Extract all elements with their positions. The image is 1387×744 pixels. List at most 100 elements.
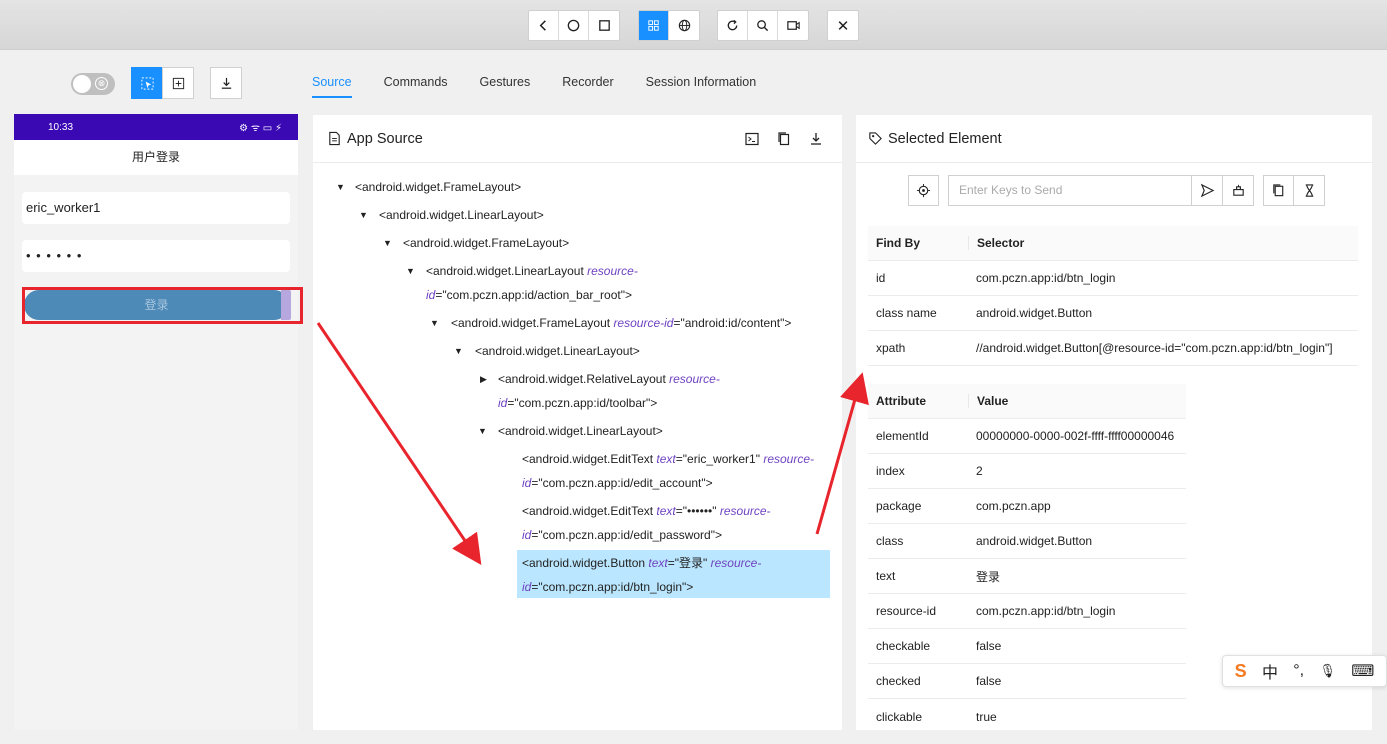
send-icon bbox=[1200, 183, 1214, 198]
find-by-key: class name bbox=[876, 306, 937, 320]
nav-button-group bbox=[528, 10, 620, 41]
attribute-header-row: Attribute Value bbox=[868, 384, 1186, 419]
tab-source[interactable]: Source bbox=[312, 70, 352, 98]
tree-node-tag: <android.widget.EditText bbox=[522, 452, 657, 466]
expand-caret-icon[interactable]: ▼ bbox=[454, 346, 463, 356]
timing-button[interactable] bbox=[1294, 175, 1325, 206]
device-screenshot[interactable]: 10:33 ⚙ ᯤ ▭ ⚡ 用户登录 eric_worker1 • • • • … bbox=[14, 114, 298, 730]
quit-session-button[interactable]: ✕ bbox=[828, 11, 858, 40]
attribute-value: 00000000-0000-002f-ffff-ffff00000046 bbox=[976, 429, 1175, 443]
microphone-icon[interactable]: 🎙 bbox=[1319, 663, 1336, 679]
clear-element-button[interactable] bbox=[1223, 175, 1254, 206]
tree-node[interactable]: <android.widget.LinearLayout> bbox=[475, 339, 640, 363]
tree-node[interactable]: <android.widget.FrameLayout> bbox=[355, 175, 521, 199]
table-row[interactable]: id com.pczn.app:id/btn_login bbox=[868, 261, 1358, 296]
expand-caret-icon[interactable]: ▼ bbox=[406, 266, 415, 276]
app-switch-button[interactable] bbox=[589, 11, 619, 40]
copy-icon[interactable] bbox=[776, 131, 792, 147]
tree-node-attr: text bbox=[656, 504, 676, 518]
table-row[interactable]: xpath //android.widget.Button[@resource-i… bbox=[868, 331, 1358, 366]
attributes-table: Attribute Value elementId 00000000-0000-0… bbox=[868, 384, 1186, 734]
search-icon bbox=[757, 20, 769, 32]
copy-attributes-button[interactable] bbox=[1263, 175, 1294, 206]
tree-node[interactable]: <android.widget.EditText text="••••••" r… bbox=[522, 499, 771, 547]
tree-node[interactable]: <android.widget.LinearLayout> bbox=[379, 203, 544, 227]
record-button[interactable] bbox=[778, 11, 808, 40]
eraser-icon bbox=[1232, 184, 1244, 196]
selector-value[interactable]: //android.widget.Button[@resource-id="co… bbox=[968, 341, 1333, 355]
selector-value[interactable]: com.pczn.app:id/btn_login bbox=[968, 271, 1115, 285]
expand-caret-icon[interactable]: ▼ bbox=[478, 426, 487, 436]
send-keys-button[interactable] bbox=[1192, 175, 1223, 206]
tab-recorder[interactable]: Recorder bbox=[562, 70, 613, 98]
home-icon bbox=[567, 19, 580, 32]
keyboard-icon[interactable]: ⌨ bbox=[1351, 661, 1374, 681]
tree-node[interactable]: <android.widget.EditText text="eric_work… bbox=[522, 447, 814, 495]
refresh-button[interactable] bbox=[718, 11, 748, 40]
download-icon bbox=[221, 77, 231, 89]
ime-toolbar: S 中 °, 🎙 ⌨ bbox=[1222, 655, 1387, 687]
expand-caret-icon[interactable]: ▼ bbox=[359, 210, 368, 220]
expand-caret-icon[interactable]: ▼ bbox=[336, 182, 345, 192]
selector-header: Selector bbox=[968, 236, 1024, 250]
tree-node[interactable]: <android.widget.LinearLayout> bbox=[498, 419, 663, 443]
table-row[interactable]: class name android.widget.Button bbox=[868, 296, 1358, 331]
send-keys-input[interactable]: Enter Keys to Send bbox=[948, 175, 1192, 206]
find-by-key: xpath bbox=[876, 341, 906, 355]
tree-node-value: ="com.pczn.app:id/btn_login"> bbox=[531, 580, 694, 594]
collapse-caret-icon[interactable]: ▶ bbox=[480, 374, 487, 385]
tree-node-value: ="com.pczn.app:id/edit_password"> bbox=[531, 528, 722, 542]
tap-element-button[interactable] bbox=[908, 175, 939, 206]
element-action-bar: Enter Keys to Send bbox=[908, 175, 1325, 206]
tab-commands[interactable]: Commands bbox=[384, 70, 448, 98]
download-icon[interactable] bbox=[808, 131, 824, 147]
expand-caret-icon[interactable]: ▼ bbox=[430, 318, 439, 328]
app-source-title: App Source bbox=[347, 130, 423, 147]
terminal-icon[interactable] bbox=[744, 131, 760, 147]
ime-language-toggle[interactable]: 中 bbox=[1262, 659, 1278, 683]
tree-node[interactable]: <android.widget.RelativeLayout resource-… bbox=[498, 367, 720, 415]
tree-node-tag: <android.widget.FrameLayout bbox=[451, 316, 614, 330]
pointer-select-icon bbox=[140, 76, 154, 90]
tree-node-tag: <android.widget.LinearLayout bbox=[426, 264, 588, 278]
ime-logo-icon[interactable]: S bbox=[1235, 661, 1247, 682]
ime-punctuation-toggle[interactable]: °, bbox=[1293, 662, 1304, 680]
attribute-key: text bbox=[876, 569, 896, 583]
tree-node-selected[interactable]: <android.widget.Button text="登录" resourc… bbox=[522, 551, 761, 599]
selector-value[interactable]: android.widget.Button bbox=[968, 306, 1092, 320]
quit-button-group: ✕ bbox=[827, 10, 859, 41]
search-button[interactable] bbox=[748, 11, 778, 40]
attribute-key: package bbox=[876, 499, 922, 513]
native-context-button[interactable] bbox=[639, 11, 669, 40]
tab-gestures[interactable]: Gestures bbox=[480, 70, 531, 98]
expand-caret-icon[interactable]: ▼ bbox=[383, 238, 392, 248]
tree-node-value: ="eric_worker1" bbox=[675, 452, 764, 466]
hourglass-icon bbox=[1305, 184, 1313, 197]
tree-node[interactable]: <android.widget.FrameLayout resource-id=… bbox=[451, 311, 791, 335]
tree-node-value: ="com.pczn.app:id/toolbar"> bbox=[507, 396, 658, 410]
tap-coordinates-button[interactable] bbox=[162, 67, 194, 99]
password-field[interactable]: • • • • • • bbox=[22, 240, 290, 272]
back-button[interactable] bbox=[529, 11, 559, 40]
username-field[interactable]: eric_worker1 bbox=[22, 192, 290, 224]
web-context-button[interactable] bbox=[669, 11, 699, 40]
plus-square-icon bbox=[172, 77, 184, 89]
tree-node-attr: id bbox=[522, 528, 532, 542]
tree-node-tag: <android.widget.Button bbox=[522, 556, 649, 570]
find-by-key: id bbox=[876, 271, 886, 285]
tree-node[interactable]: <android.widget.LinearLayout resource- i… bbox=[426, 259, 638, 307]
tree-node[interactable]: <android.widget.FrameLayout> bbox=[403, 231, 569, 255]
home-button[interactable] bbox=[559, 11, 589, 40]
download-screenshot-button[interactable] bbox=[210, 67, 242, 99]
find-by-table: Find By Selector id com.pczn.app:id/btn_l… bbox=[868, 226, 1358, 366]
mode-toggle[interactable]: ⊗ bbox=[71, 73, 115, 95]
tree-node-attr: resource- bbox=[710, 556, 762, 570]
tree-node-attr: resource- bbox=[669, 372, 720, 386]
tab-session-information[interactable]: Session Information bbox=[646, 70, 756, 98]
app-title: 用户登录 bbox=[14, 140, 298, 175]
select-element-button[interactable] bbox=[131, 67, 163, 99]
attribute-value: 2 bbox=[976, 464, 983, 478]
attribute-value: com.pczn.app bbox=[976, 499, 1051, 513]
attribute-key: class bbox=[876, 534, 904, 548]
attribute-value: 登录 bbox=[976, 569, 1001, 584]
